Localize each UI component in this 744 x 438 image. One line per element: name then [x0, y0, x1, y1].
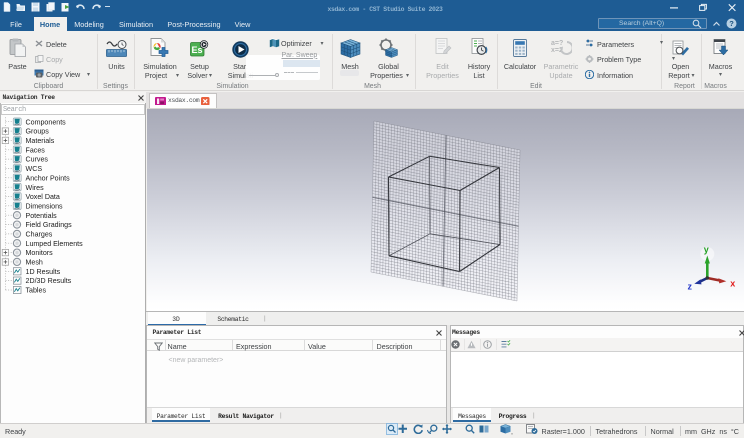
svg-text:Curves: Curves — [26, 156, 49, 164]
svg-text:WCS: WCS — [26, 165, 43, 173]
svg-text:Monitors: Monitors — [26, 249, 54, 257]
svg-text:Field Gradings: Field Gradings — [26, 221, 73, 229]
svg-text:Groups: Groups — [26, 128, 50, 136]
svg-text:Components: Components — [26, 118, 67, 126]
svg-text:z: z — [688, 282, 693, 292]
svg-text:Potentials: Potentials — [26, 212, 58, 220]
svg-text:1D Results: 1D Results — [26, 268, 61, 276]
svg-text:Tables: Tables — [26, 287, 47, 295]
svg-text:Anchor Points: Anchor Points — [26, 174, 71, 182]
svg-text:Charges: Charges — [26, 231, 53, 239]
svg-text:2D/3D Results: 2D/3D Results — [26, 277, 72, 285]
svg-text:Wires: Wires — [26, 184, 45, 192]
svg-text:?: ? — [729, 19, 734, 28]
svg-text:Mesh: Mesh — [26, 259, 43, 267]
svg-text:Faces: Faces — [26, 146, 46, 154]
svg-text:Dimensions: Dimensions — [26, 202, 64, 210]
svg-text:Voxel Data: Voxel Data — [26, 193, 60, 201]
svg-text:Materials: Materials — [26, 137, 55, 145]
svg-text:a=?: a=? — [551, 40, 563, 47]
svg-text:x: x — [730, 279, 735, 289]
svg-text:Lumped Elements: Lumped Elements — [26, 240, 84, 248]
svg-text:y: y — [704, 245, 709, 255]
